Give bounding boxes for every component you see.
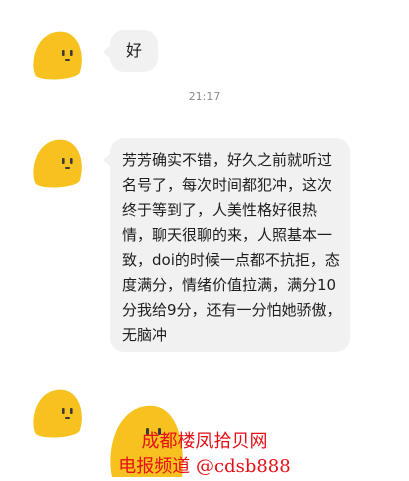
timestamp: 21:17 xyxy=(188,90,221,103)
message-bubble[interactable]: 好 xyxy=(103,30,158,72)
watermark-line: 电报频道 @cdsb888 xyxy=(118,456,291,477)
avatar[interactable] xyxy=(28,24,88,84)
message-bubble[interactable]: 芳芳确实不错，好久之前就听过名号了，每次时间都犯冲，这次终于等到了，人美性格好很… xyxy=(103,138,350,352)
message-text: 好 xyxy=(125,41,142,60)
message-text: 芳芳确实不错，好久之前就听过名号了，每次时间都犯冲，这次终于等到了，人美性格好很… xyxy=(122,151,342,344)
yellow-blob-avatar-icon xyxy=(33,31,82,80)
watermark-line: 成都楼凤拾贝网 xyxy=(141,431,268,452)
avatar[interactable] xyxy=(28,132,88,192)
yellow-blob-avatar-icon xyxy=(33,139,82,188)
